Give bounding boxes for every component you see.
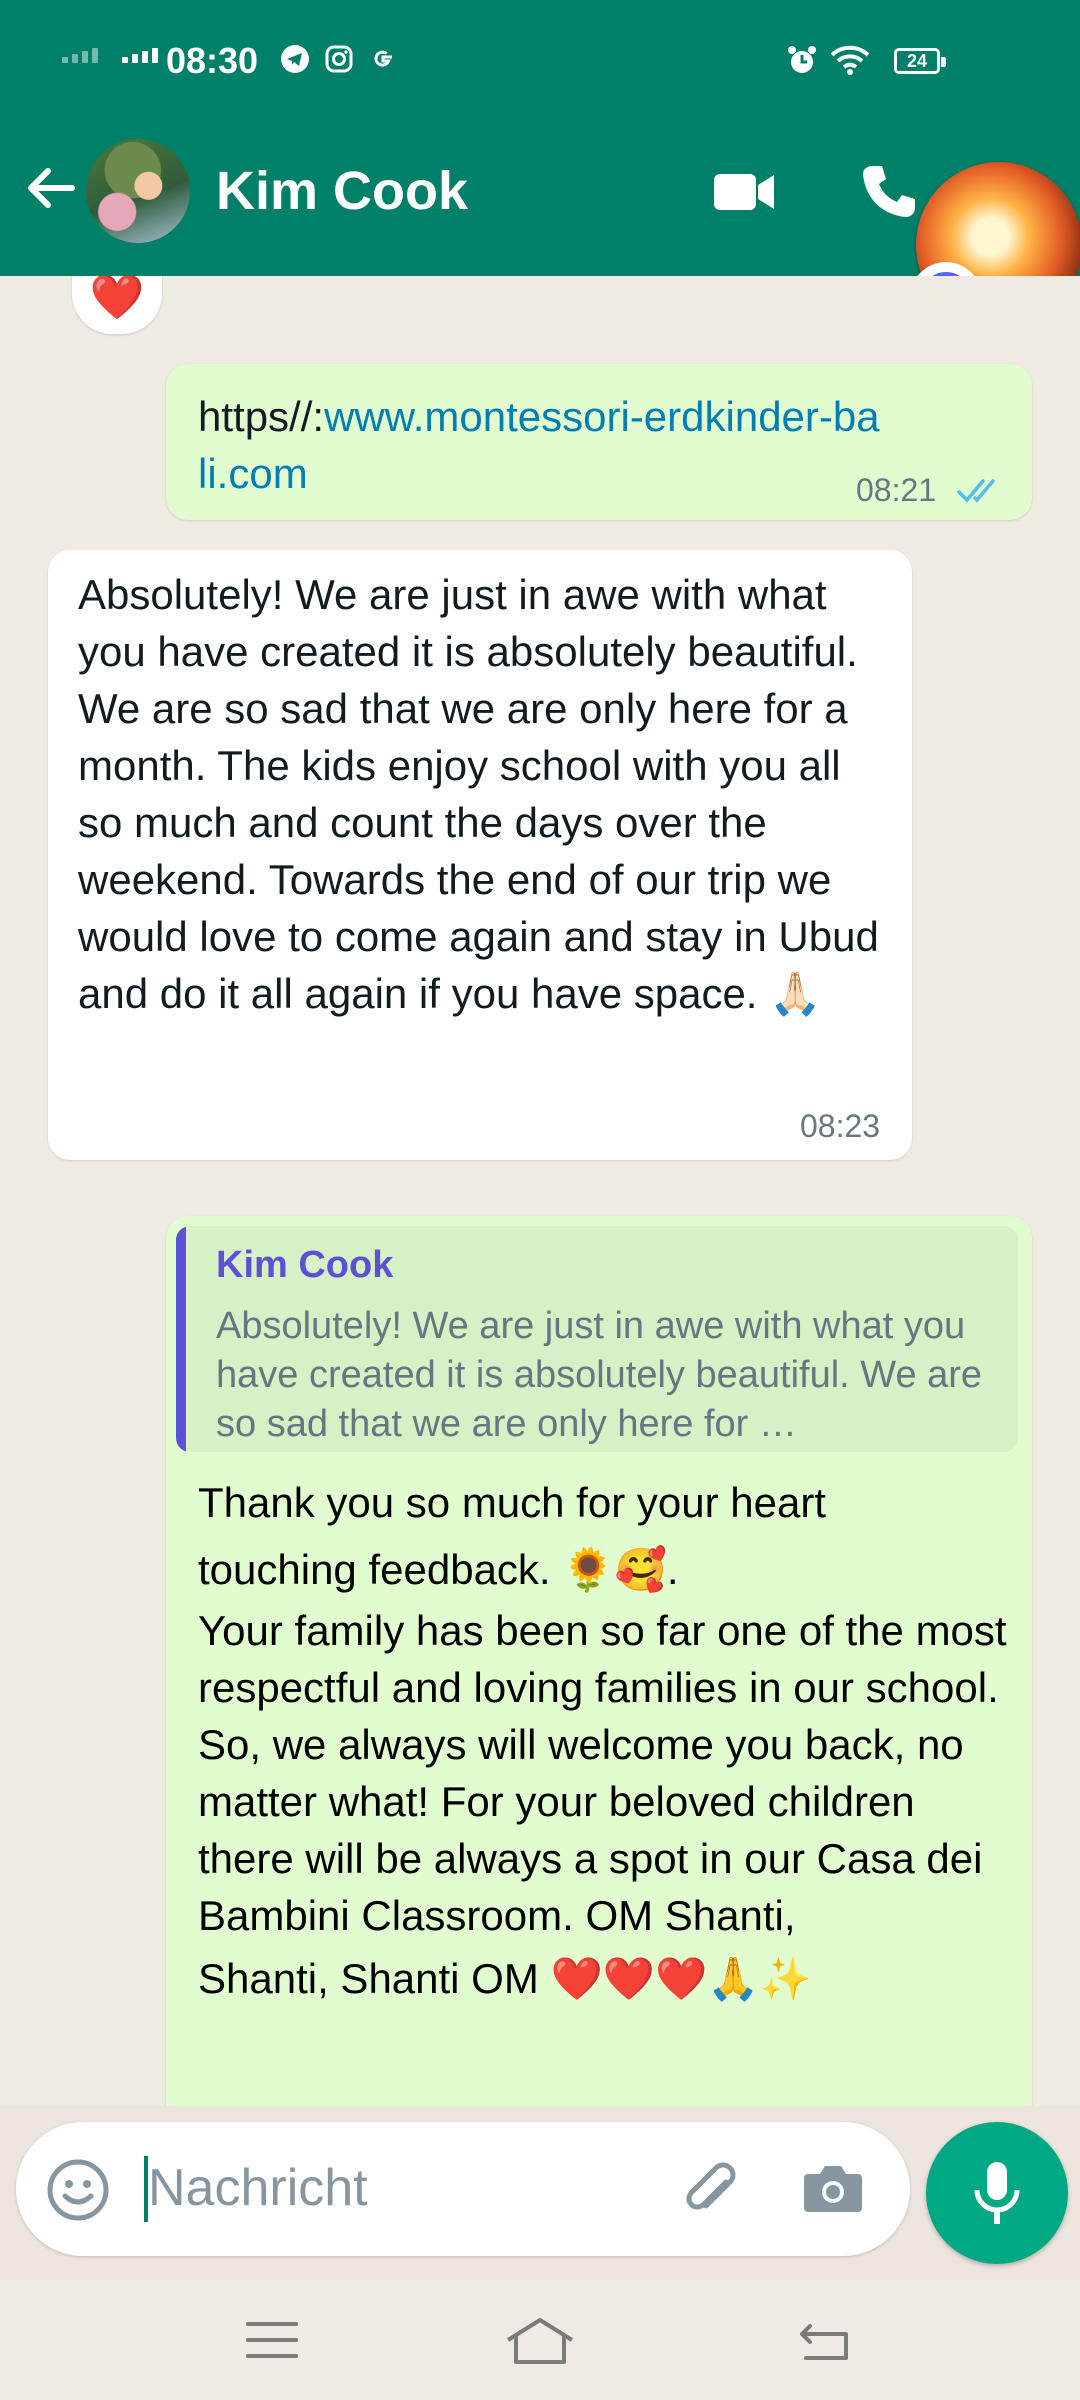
emoji-icon[interactable]: [46, 2158, 110, 2222]
message-text-line: Shanti, Shanti OM ❤️❤️❤️🙏✨: [198, 1955, 812, 2002]
message-text: Your family has been so far one of the m…: [198, 1607, 1007, 1939]
heart-reaction[interactable]: ❤️: [72, 276, 162, 334]
status-time: 08:30: [166, 40, 259, 81]
message-text-line: touching feedback. 🌻🥰.: [198, 1546, 679, 1593]
attach-icon[interactable]: [674, 2152, 744, 2222]
microphone-icon: [974, 2162, 1020, 2224]
google-icon: [374, 50, 392, 67]
menu-nav-icon[interactable]: [244, 2316, 300, 2364]
chat-area[interactable]: ❤️ https//:www.montessori-erdkinder-ba l…: [0, 276, 1080, 2106]
quoted-message[interactable]: Kim Cook Absolutely! We are just in awe …: [176, 1226, 1018, 1452]
telegram-icon: [281, 45, 309, 73]
message-link-continued[interactable]: li.com: [198, 450, 308, 497]
contact-avatar[interactable]: [86, 139, 190, 243]
message-time: 08:21: [856, 472, 937, 508]
message-input[interactable]: Nachricht: [148, 2158, 368, 2218]
message-text: Absolutely! We are just in awe with what…: [78, 571, 879, 1017]
contact-name[interactable]: Kim Cook: [216, 160, 468, 222]
quoted-sender: Kim Cook: [216, 1244, 394, 1286]
status-bar: 08:30 24: [0, 0, 1080, 125]
video-call-icon[interactable]: [712, 170, 776, 214]
system-nav-bar: [0, 2280, 1080, 2400]
message-link[interactable]: www.montessori-erdkinder-ba: [324, 393, 880, 440]
message-bubble-incoming[interactable]: Absolutely! We are just in awe with what…: [48, 550, 912, 1160]
signal-icon-sim1: [62, 48, 98, 63]
home-nav-icon[interactable]: [504, 2316, 576, 2366]
instagram-icon: [325, 45, 353, 73]
wifi-icon: [830, 45, 870, 75]
quote-accent-bar: [176, 1226, 186, 1452]
signal-icon-sim2: [122, 48, 158, 63]
message-bubble-outgoing[interactable]: https//:www.montessori-erdkinder-ba li.c…: [166, 364, 1032, 520]
read-receipt-icon: [957, 479, 995, 503]
voice-message-button[interactable]: [926, 2122, 1068, 2264]
camera-icon[interactable]: [802, 2160, 864, 2216]
back-nav-icon[interactable]: [796, 2316, 852, 2364]
message-time: 08:23: [800, 1108, 881, 1144]
message-composer[interactable]: Nachricht: [16, 2122, 910, 2256]
alarm-icon: [788, 46, 816, 73]
quoted-text: Absolutely! We are just in awe with what…: [216, 1305, 983, 1445]
back-arrow-icon[interactable]: [22, 160, 78, 216]
battery-icon: 24: [894, 48, 946, 74]
voice-call-icon[interactable]: [860, 162, 918, 220]
message-text-line: Thank you so much for your heart: [198, 1479, 826, 1526]
message-text: https//:: [198, 393, 325, 440]
